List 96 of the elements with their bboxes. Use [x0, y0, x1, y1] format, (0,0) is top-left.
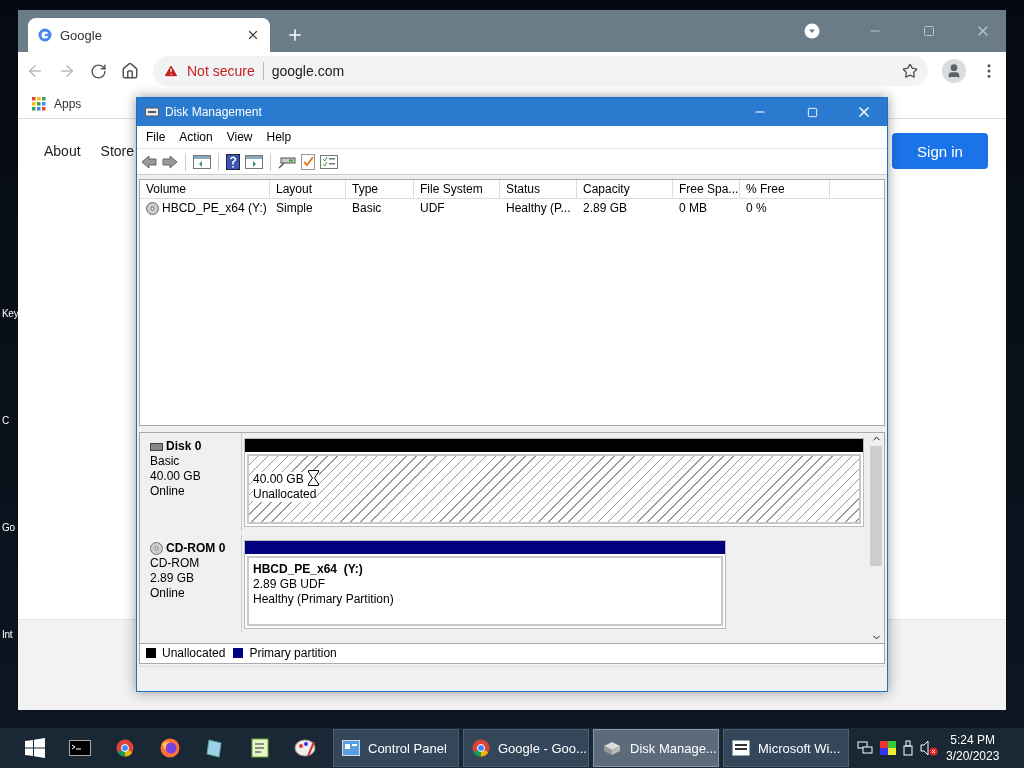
panel-icon[interactable]: [193, 154, 211, 169]
bookmark-link[interactable]: Apps: [54, 97, 82, 111]
partition-name: HBCD_PE_x64 (Y:): [253, 562, 363, 578]
control-panel-icon: [342, 740, 360, 756]
nav-link[interactable]: Store: [100, 143, 135, 159]
desktop-icon-label[interactable]: Key: [2, 308, 19, 319]
disk-size: 2.89 GB: [150, 571, 196, 587]
disk-size: 40.00 GB: [150, 469, 202, 485]
partition-block[interactable]: HBCD_PE_x64 (Y:) 2.89 GB UDF Healthy (Primary Partition): [244, 540, 726, 630]
star-icon[interactable]: [902, 63, 918, 79]
menu-item[interactable]: File: [139, 129, 173, 144]
reload-icon[interactable]: [90, 62, 107, 80]
cd-icon: [146, 201, 159, 215]
column-header[interactable]: Capacity: [577, 180, 673, 199]
table-cell-text: UDF: [419, 200, 446, 218]
forward-icon[interactable]: [162, 154, 178, 169]
column-header[interactable]: File System: [414, 180, 500, 199]
menu-item[interactable]: View: [219, 129, 260, 144]
home-icon[interactable]: [121, 62, 139, 80]
profile-icon[interactable]: [942, 59, 966, 83]
security-label: Not secure: [187, 63, 255, 79]
caret-icon[interactable]: [804, 23, 820, 39]
legend-label: Unallocated: [162, 646, 226, 661]
notepad-icon[interactable]: [250, 738, 269, 758]
chrome-icon: [115, 739, 134, 757]
date-text: 3/20/2023: [946, 748, 1000, 764]
table-cell-text: Simple: [275, 200, 314, 218]
help-icon[interactable]: [226, 153, 240, 170]
window-title: Disk Management: [165, 105, 263, 119]
notes-icon[interactable]: [204, 738, 225, 758]
legend-label: Primary partition: [249, 646, 337, 661]
disk-name: CD-ROM 0: [150, 541, 241, 557]
new-tab-icon[interactable]: [286, 26, 304, 44]
column-header[interactable]: Type: [346, 180, 414, 199]
taskbar-window-button[interactable]: Google - Goo...: [463, 729, 589, 767]
muted-speaker-icon[interactable]: [920, 740, 938, 756]
partition-label: Unallocated: [253, 487, 317, 503]
cd-icon: [150, 542, 163, 556]
menu-item[interactable]: Action: [172, 129, 220, 144]
drive-icon: [145, 106, 159, 118]
connect-icon[interactable]: [278, 154, 296, 169]
taskbar-window-button[interactable]: Microsoft Wi...: [723, 729, 849, 767]
check-document-icon[interactable]: [301, 153, 315, 170]
firefox-icon[interactable]: [159, 738, 180, 758]
column-header[interactable]: Free Spa...: [673, 180, 740, 199]
close-icon[interactable]: [246, 28, 260, 42]
sign-in-button[interactable]: Sign in: [892, 133, 988, 169]
browser-tab[interactable]: Google: [28, 18, 270, 52]
drive-icon: [150, 442, 163, 451]
clock[interactable]: 5:24 PM 3/20/2023: [946, 732, 1000, 764]
desktop-icon-label[interactable]: Go: [2, 522, 19, 533]
column-header[interactable]: Volume: [140, 180, 270, 199]
taskbar-window-button[interactable]: Disk Manage...: [593, 729, 719, 767]
menu-item[interactable]: Help: [259, 129, 299, 144]
tab-title: Google: [60, 27, 103, 43]
checklist-icon[interactable]: [320, 154, 338, 169]
chrome-icon: [472, 739, 490, 757]
panel-icon[interactable]: [245, 154, 263, 169]
warning-icon: [163, 63, 179, 79]
column-header[interactable]: % Free: [740, 180, 830, 199]
table-cell-text: 2.89 GB: [582, 200, 629, 218]
url-text: google.com: [271, 63, 345, 79]
time-text: 5:24 PM: [950, 732, 996, 748]
taskbar-window-button[interactable]: Control Panel: [333, 729, 459, 767]
disk-type: CD-ROM: [150, 556, 201, 572]
desktop-icon-label[interactable]: Int: [2, 629, 19, 640]
usb-icon[interactable]: [903, 740, 913, 756]
color-display-icon[interactable]: [880, 741, 896, 755]
partition-size: 40.00 GB: [253, 472, 319, 488]
table-cell-text: 0 MB: [678, 200, 708, 218]
disk-type: Basic: [150, 454, 181, 470]
disk-status: Online: [150, 586, 186, 602]
table-cell: HBCD_PE_x64 (Y:): [140, 199, 270, 218]
desktop-icon-label[interactable]: C: [2, 415, 19, 426]
list-window-icon: [732, 740, 750, 756]
hourglass-icon: [307, 469, 319, 486]
table-cell-text: Healthy (P...: [505, 200, 572, 218]
network-icon[interactable]: [857, 741, 873, 755]
google-icon: [38, 28, 52, 42]
column-header[interactable]: Status: [500, 180, 577, 199]
terminal-icon[interactable]: [68, 740, 91, 756]
address-bar[interactable]: Not secure google.com: [153, 56, 928, 86]
disk-name: Disk 0: [150, 439, 241, 455]
paint-icon[interactable]: [293, 738, 316, 758]
table-cell-text: Basic: [351, 200, 383, 218]
drive-icon: [602, 740, 622, 756]
start-icon[interactable]: [24, 738, 45, 758]
table-cell-text: 0 %: [745, 200, 768, 218]
partition-label: Healthy (Primary Partition): [253, 592, 394, 608]
apps-grid-icon: [32, 97, 46, 111]
nav-link[interactable]: About: [44, 143, 81, 159]
disk-status: Online: [150, 484, 186, 500]
column-header[interactable]: Layout: [270, 180, 346, 199]
back-icon[interactable]: [141, 154, 157, 169]
scrollbar[interactable]: [868, 433, 884, 643]
partition-block[interactable]: 40.00 GB Unallocated: [244, 438, 864, 528]
